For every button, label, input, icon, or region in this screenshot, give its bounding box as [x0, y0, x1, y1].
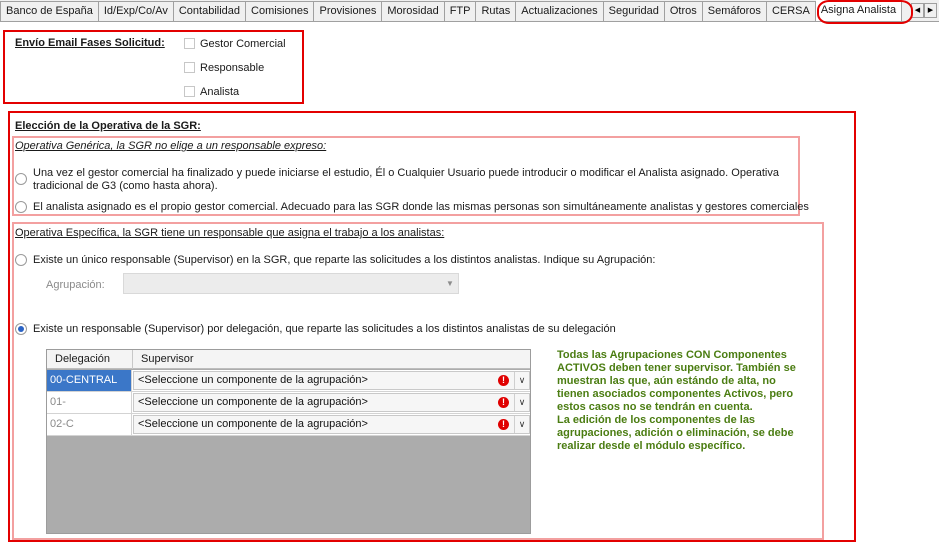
table-row[interactable]: 01- <Seleccione un componente de la agru… — [47, 392, 530, 414]
note-line: realizar desde el módulo específico. — [557, 440, 746, 452]
warning-icon: ! — [498, 397, 509, 408]
chevron-down-icon[interactable]: ∨ — [514, 394, 529, 411]
tab-seguridad[interactable]: Seguridad — [603, 1, 665, 21]
label-analista: Analista — [200, 86, 240, 98]
tab-semaforos[interactable]: Semáforos — [702, 1, 767, 21]
generica-option1-line2: tradicional de G3 (como hasta ahora). — [33, 180, 218, 192]
agrupacion-label: Agrupación: — [46, 279, 105, 291]
chevron-down-icon: ▼ — [446, 279, 454, 288]
agrupacion-combo[interactable]: ▼ — [123, 273, 459, 294]
email-section-title: Envío Email Fases Solicitud: — [15, 37, 165, 49]
tab-asigna-analista[interactable]: Asigna Analista — [815, 0, 903, 21]
tab-strip: Banco de España Id/Exp/Co/Av Contabilida… — [0, 0, 939, 22]
warning-icon: ! — [498, 419, 509, 430]
note-line: agrupaciones, adición o eliminación, se … — [557, 427, 794, 439]
especifica-option2-label: Existe un responsable (Supervisor) por d… — [33, 323, 616, 335]
note-line: Todas las Agrupaciones CON Componentes — [557, 349, 787, 361]
especifica-option1-label: Existe un único responsable (Supervisor)… — [33, 254, 656, 266]
tab-morosidad[interactable]: Morosidad — [382, 1, 445, 21]
tab-rutas[interactable]: Rutas — [476, 1, 517, 21]
tab-ftp[interactable]: FTP — [444, 1, 477, 21]
warning-icon: ! — [498, 375, 509, 386]
supervisor-value: <Seleccione un componente de la agrupaci… — [138, 418, 368, 430]
label-responsable: Responsable — [200, 62, 265, 74]
table-row[interactable]: 00-CENTRAL <Seleccione un componente de … — [47, 370, 530, 392]
tab-actualizaciones[interactable]: Actualizaciones — [516, 1, 604, 21]
tab-otros[interactable]: Otros — [664, 1, 703, 21]
radio-especifica-option2[interactable] — [15, 323, 27, 335]
tab-id-exp[interactable]: Id/Exp/Co/Av — [98, 1, 174, 21]
radio-especifica-option1[interactable] — [15, 254, 27, 266]
supervisor-combo[interactable]: <Seleccione un componente de la agrupaci… — [133, 415, 530, 434]
table-row[interactable]: 02-C <Seleccione un componente de la agr… — [47, 414, 530, 436]
header-supervisor[interactable]: Supervisor — [133, 350, 530, 369]
note-line: muestran las que, aún estándo de alta, n… — [557, 375, 776, 387]
radio-generica-option1[interactable] — [15, 173, 27, 185]
tab-cersa[interactable]: CERSA — [766, 1, 816, 21]
generica-option2-label: El analista asignado es el propio gestor… — [33, 201, 809, 213]
radio-generica-option2[interactable] — [15, 201, 27, 213]
checkbox-analista[interactable] — [184, 86, 195, 97]
checkbox-responsable[interactable] — [184, 62, 195, 73]
generica-title: Operativa Genérica, la SGR no elige a un… — [15, 140, 327, 152]
generica-option1-line1: Una vez el gestor comercial ha finalizad… — [33, 167, 779, 179]
delegaciones-grid: Delegación Supervisor 00-CENTRAL <Selecc… — [46, 349, 531, 534]
supervisor-combo[interactable]: <Seleccione un componente de la agrupaci… — [133, 371, 530, 390]
tab-contabilidad[interactable]: Contabilidad — [173, 1, 247, 21]
chevron-down-icon[interactable]: ∨ — [514, 372, 529, 389]
checkbox-gestor-comercial[interactable] — [184, 38, 195, 49]
label-gestor-comercial: Gestor Comercial — [200, 38, 286, 50]
tab-list: Banco de España Id/Exp/Co/Av Contabilida… — [0, 0, 939, 22]
note-line: tienen asociados componentes Activos, pe… — [557, 388, 794, 400]
info-note: Todas las Agrupaciones CON Componentes A… — [557, 349, 819, 453]
chevron-down-icon[interactable]: ∨ — [514, 416, 529, 433]
cell-delegacion[interactable]: 00-CENTRAL — [47, 370, 132, 391]
note-line: estos casos no se tendrán en cuenta. — [557, 401, 753, 413]
tab-scroll: ◀ ▶ — [911, 3, 937, 18]
supervisor-value: <Seleccione un componente de la agrupaci… — [138, 374, 368, 386]
tab-banco-espana[interactable]: Banco de España — [0, 1, 99, 21]
especifica-title: Operativa Específica, la SGR tiene un re… — [15, 227, 445, 239]
cell-delegacion[interactable]: 01- — [47, 392, 132, 413]
supervisor-value: <Seleccione un componente de la agrupaci… — [138, 396, 368, 408]
note-line: ACTIVOS deben tener supervisor. También … — [557, 362, 796, 374]
supervisor-combo[interactable]: <Seleccione un componente de la agrupaci… — [133, 393, 530, 412]
note-line: La edición de los componentes de las — [557, 414, 756, 426]
chevron-left-icon[interactable]: ◀ — [911, 3, 924, 18]
operativa-section-title: Elección de la Operativa de la SGR: — [15, 120, 201, 132]
header-delegacion[interactable]: Delegación — [47, 350, 133, 369]
tab-comisiones[interactable]: Comisiones — [246, 1, 315, 21]
cell-delegacion[interactable]: 02-C — [47, 414, 132, 435]
chevron-right-icon[interactable]: ▶ — [924, 3, 937, 18]
tab-provisiones[interactable]: Provisiones — [314, 1, 383, 21]
grid-header: Delegación Supervisor — [47, 350, 530, 369]
